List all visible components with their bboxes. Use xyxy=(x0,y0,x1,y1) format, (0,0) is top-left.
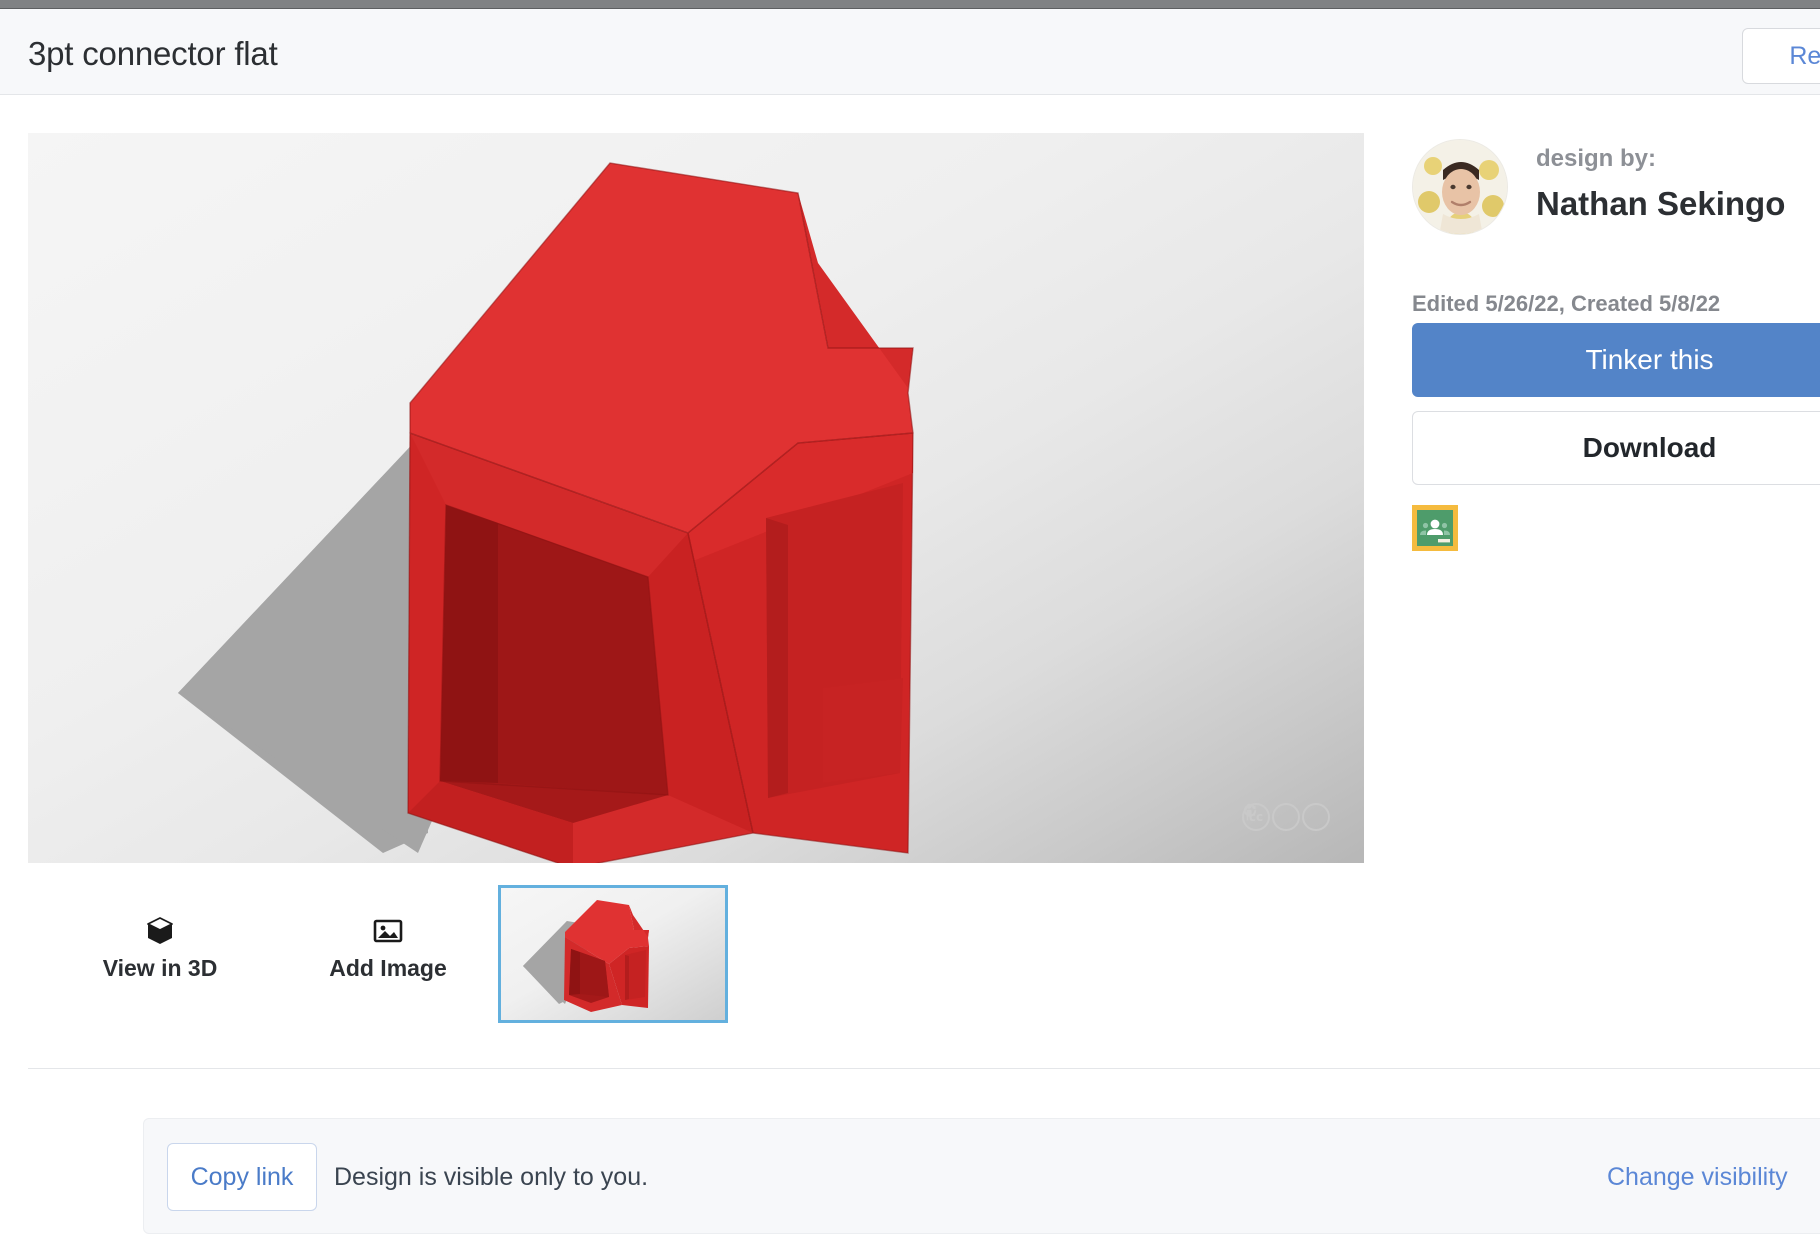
tinker-this-label: Tinker this xyxy=(1585,344,1714,375)
change-visibility-link[interactable]: Change visibility xyxy=(1607,1163,1788,1192)
view-in-3d-label: View in 3D xyxy=(102,955,218,981)
cc-attribution-icon xyxy=(1246,803,1300,831)
react-button[interactable]: React xyxy=(1742,28,1820,84)
add-image-label: Add Image xyxy=(329,955,447,981)
react-button-label: React xyxy=(1789,41,1820,70)
cc-sharealike-icon xyxy=(1243,803,1330,831)
model-3d-render xyxy=(178,162,914,863)
download-label: Download xyxy=(1582,432,1717,463)
avatar[interactable] xyxy=(1412,139,1508,235)
model-3d-viewer[interactable]: cc xyxy=(28,133,1364,863)
google-classroom-icon[interactable] xyxy=(1412,505,1458,551)
page-header: 3pt connector flat React xyxy=(0,9,1820,95)
browser-top-strip xyxy=(0,0,1820,9)
creative-commons-badges: cc xyxy=(1242,803,1330,831)
visibility-message: Design is visible only to you. xyxy=(334,1163,649,1191)
add-image-button[interactable]: Add Image xyxy=(308,915,468,982)
media-tools-row: View in 3D Add Image xyxy=(28,875,1364,1035)
design-dates: Edited 5/26/22, Created 5/8/22 xyxy=(1412,291,1721,316)
copy-link-button[interactable]: Copy link xyxy=(167,1143,317,1211)
image-icon xyxy=(372,915,404,947)
visibility-notice-panel: Copy link Design is visible only to you.… xyxy=(143,1118,1820,1234)
view-in-3d-button[interactable]: View in 3D xyxy=(80,915,240,982)
page-title: 3pt connector flat xyxy=(28,35,278,72)
design-by-label: design by: xyxy=(1536,145,1657,172)
author-name[interactable]: Nathan Sekingo xyxy=(1536,185,1820,223)
thumbnail-item[interactable] xyxy=(498,885,728,1023)
design-info-sidebar: design by: Nathan Sekingo Edited 5/26/22… xyxy=(1412,133,1820,563)
tinker-this-button[interactable]: Tinker this xyxy=(1412,323,1820,397)
thumbnail-model-render xyxy=(523,900,649,1012)
copy-link-label: Copy link xyxy=(190,1162,294,1191)
cube-3d-icon xyxy=(144,915,176,947)
section-divider xyxy=(28,1068,1820,1069)
download-button[interactable]: Download xyxy=(1412,411,1820,485)
